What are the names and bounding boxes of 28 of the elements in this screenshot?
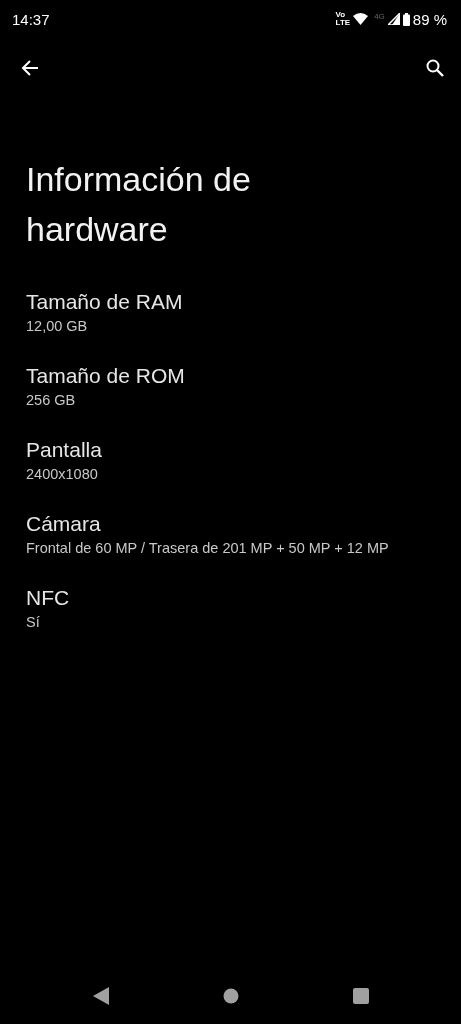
setting-label: Pantalla xyxy=(26,438,102,462)
triangle-icon xyxy=(92,987,109,1005)
setting-value: 256 GB xyxy=(26,392,76,408)
home-button[interactable] xyxy=(222,988,239,1004)
circle-icon xyxy=(222,988,239,1004)
setting-label: Cámara xyxy=(26,512,101,536)
setting-value: 12,00 GB xyxy=(26,318,88,334)
search-button[interactable] xyxy=(425,58,445,78)
network-type: 4G xyxy=(374,11,385,21)
setting-label: NFC xyxy=(26,586,70,610)
volte-indicator: Vo LTE xyxy=(335,11,351,27)
setting-value: Sí xyxy=(26,614,40,630)
setting-label: Tamaño de ROM xyxy=(26,364,185,388)
search-icon xyxy=(425,58,445,78)
battery-icon xyxy=(402,12,410,26)
back-arrow-icon xyxy=(20,58,40,78)
setting-value: 2400x1080 xyxy=(26,466,98,482)
setting-label: Tamaño de RAM xyxy=(26,290,183,314)
battery-level: 89 % xyxy=(412,10,447,28)
recents-button[interactable] xyxy=(352,988,369,1004)
back-nav-button[interactable] xyxy=(92,987,109,1005)
signal-icon xyxy=(387,13,400,25)
back-button[interactable] xyxy=(20,58,40,78)
clock: 14:37 xyxy=(12,10,50,28)
setting-value: Frontal de 60 MP / Trasera de 201 MP + 50 MP + 12 MP xyxy=(26,540,389,556)
wifi-icon xyxy=(353,13,369,25)
square-icon xyxy=(352,988,369,1004)
page-title: Información de hardware xyxy=(26,159,252,250)
